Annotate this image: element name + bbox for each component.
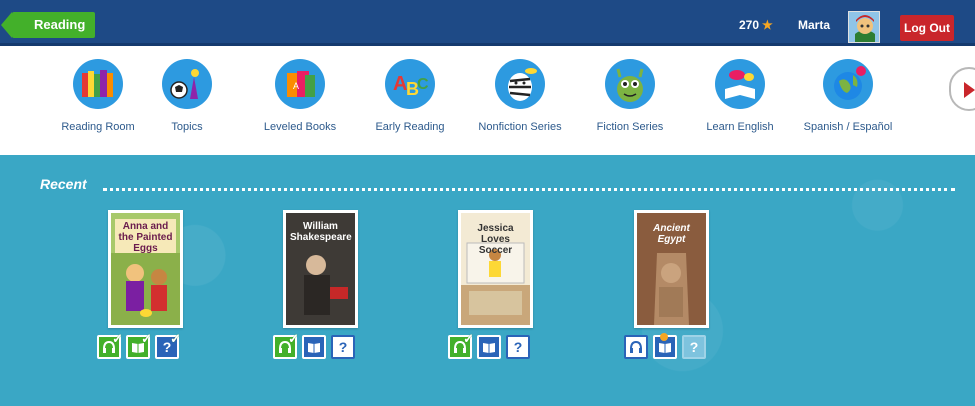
star-count: 270 ★	[739, 18, 773, 32]
nav-item-spanish[interactable]: Spanish / Español	[798, 59, 898, 133]
svg-text:A: A	[293, 81, 299, 91]
quiz-button[interactable]: ?	[331, 335, 355, 359]
book-cover[interactable]: William Shakespeare	[283, 210, 358, 328]
listen-button[interactable]: ✓	[448, 331, 474, 359]
logout-button[interactable]: Log Out	[900, 15, 954, 41]
question-icon: ?	[689, 339, 699, 355]
star-icon: ★	[762, 18, 773, 32]
nav-item-fiction-series[interactable]: Fiction Series	[580, 59, 680, 133]
recent-section: Recent Anna and the Painted Eggs ✓ ✓ ? ✓…	[0, 155, 975, 406]
nav-item-learn-english[interactable]: Learn English	[690, 59, 790, 133]
nav-item-topics[interactable]: Topics	[137, 59, 237, 133]
check-icon: ✓	[112, 331, 123, 346]
nav-label: Nonfiction Series	[478, 121, 562, 133]
book-cover[interactable]: Jessica Loves Soccer	[458, 210, 533, 328]
avatar[interactable]	[848, 11, 880, 43]
book-actions: ✓ ?	[273, 331, 355, 359]
nav-item-leveled-books[interactable]: A Leveled Books	[250, 59, 350, 133]
nav-label: Fiction Series	[596, 121, 664, 133]
book-cover[interactable]: Anna and the Painted Eggs	[108, 210, 183, 328]
leveled-books-icon: A	[275, 59, 325, 109]
in-progress-icon	[660, 333, 668, 341]
books-icon	[73, 59, 123, 109]
book-title: Ancient Egypt	[653, 223, 690, 245]
svg-text:C: C	[417, 76, 429, 93]
listen-button[interactable]	[624, 335, 648, 359]
listen-button[interactable]: ✓	[273, 331, 299, 359]
nav-item-nonfiction-series[interactable]: Nonfiction Series	[470, 59, 570, 133]
nav-label: Topics	[171, 121, 203, 133]
listen-button[interactable]: ✓	[97, 331, 123, 359]
book-icon	[659, 343, 671, 353]
headphones-icon	[630, 340, 642, 353]
read-button[interactable]	[302, 335, 326, 359]
nav-item-early-reading[interactable]: A B C Early Reading	[360, 59, 460, 133]
read-button[interactable]: ✓	[126, 331, 152, 359]
topics-icon	[162, 59, 212, 109]
abc-icon: A B C	[385, 59, 435, 109]
zebra-icon	[495, 59, 545, 109]
book-icon	[483, 343, 495, 353]
read-button[interactable]	[653, 333, 677, 359]
dotted-divider	[103, 188, 955, 191]
section-title: Recent	[40, 176, 87, 192]
quiz-button[interactable]: ?	[506, 335, 530, 359]
book-icon	[308, 343, 320, 353]
check-icon: ✓	[170, 331, 181, 346]
read-button[interactable]	[477, 335, 501, 359]
nav-label: Leveled Books	[263, 121, 337, 133]
username: Marta	[798, 18, 831, 32]
book-title: William Shakespeare	[290, 221, 352, 243]
nav-item-reading-room[interactable]: Reading Room	[48, 59, 148, 133]
star-count-value: 270	[739, 18, 760, 32]
book-cover[interactable]: Ancient Egypt	[634, 210, 709, 328]
book-actions: ✓ ?	[448, 331, 530, 359]
question-icon: ?	[513, 339, 523, 355]
category-nav: Reading Room Topics A Leveled Books A B …	[0, 49, 975, 155]
quiz-button[interactable]: ? ✓	[155, 331, 181, 359]
check-icon: ✓	[463, 331, 474, 346]
question-icon: ?	[338, 339, 348, 355]
chevron-right-icon[interactable]	[949, 67, 975, 111]
globe-icon	[823, 59, 873, 109]
top-bar: Reading 270 ★ Marta Log Out	[0, 0, 975, 46]
quiz-button-disabled: ?	[682, 335, 706, 359]
check-icon: ✓	[141, 331, 152, 346]
check-icon: ✓	[288, 331, 299, 346]
book-title: Jessica Loves Soccer	[477, 223, 514, 256]
monster-icon	[605, 59, 655, 109]
nav-label: Reading Room	[61, 121, 135, 133]
reading-back-button[interactable]: Reading	[0, 12, 96, 38]
nav-label: Early Reading	[375, 121, 445, 133]
book-actions: ?	[624, 333, 706, 359]
book-actions: ✓ ✓ ? ✓	[97, 331, 181, 359]
nav-label: Spanish / Español	[803, 121, 893, 133]
speech-book-icon	[715, 59, 765, 109]
nav-label: Learn English	[706, 121, 774, 133]
avatar-icon	[849, 12, 879, 42]
